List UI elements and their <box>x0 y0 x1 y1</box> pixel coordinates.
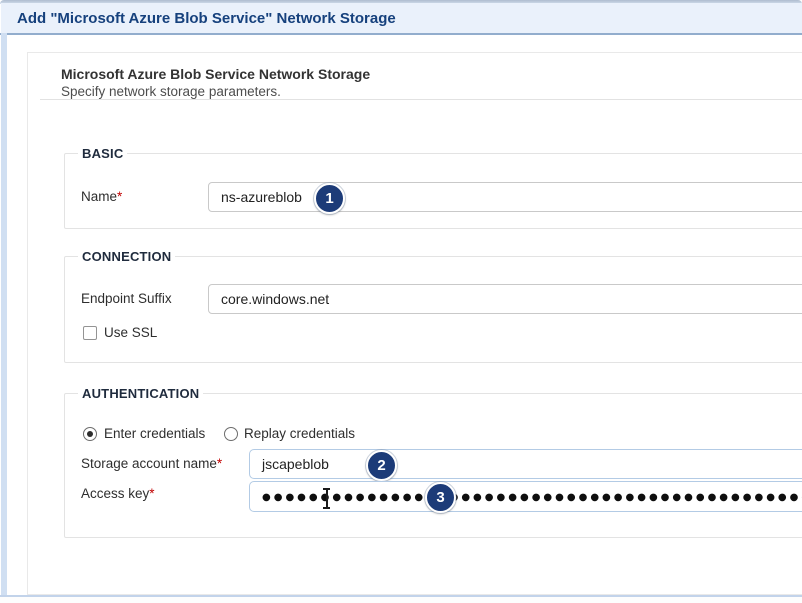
form-subheading: Specify network storage parameters. <box>61 84 281 99</box>
titlebar-underline <box>0 33 802 35</box>
text-cursor-ibeam <box>322 487 331 509</box>
heading-divider <box>40 99 802 100</box>
step-badge-1: 1 <box>314 183 345 214</box>
access-key-label: Access key* <box>81 486 155 501</box>
storage-account-name-label: Storage account name* <box>81 456 222 471</box>
authentication-legend: AUTHENTICATION <box>78 386 203 401</box>
step-badge-2: 2 <box>366 450 397 481</box>
enter-credentials-label[interactable]: Enter credentials <box>104 426 205 441</box>
enter-credentials-radio[interactable] <box>83 427 97 441</box>
required-asterisk: * <box>117 189 122 204</box>
form-panel: Microsoft Azure Blob Service Network Sto… <box>27 52 802 595</box>
name-label: Name* <box>81 189 122 204</box>
basic-legend: BASIC <box>78 146 127 161</box>
add-network-storage-dialog: Add "Microsoft Azure Blob Service" Netwo… <box>0 0 802 603</box>
endpoint-suffix-label: Endpoint Suffix <box>81 291 172 306</box>
use-ssl-label[interactable]: Use SSL <box>104 325 157 340</box>
dialog-left-border <box>1 33 7 595</box>
required-asterisk: * <box>217 456 222 471</box>
connection-legend: CONNECTION <box>78 249 175 264</box>
dialog-titlebar: Add "Microsoft Azure Blob Service" Netwo… <box>1 3 802 33</box>
name-input[interactable]: ns-azureblob <box>208 182 802 212</box>
access-key-input[interactable]: ●●●●●●●●●●●●●●●●●●●●●●●●●●●●●●●●●●●●●●●●… <box>249 481 802 512</box>
required-asterisk: * <box>149 486 154 501</box>
replay-credentials-radio[interactable] <box>224 427 238 441</box>
step-badge-3: 3 <box>425 482 456 513</box>
masked-password-dots: ●●●●●●●●●●●●●●●●●●●●●●●●●●●●●●●●●●●●●●●●… <box>262 491 802 503</box>
radio-selected-dot <box>87 431 93 437</box>
below-dialog-area <box>0 597 802 603</box>
use-ssl-checkbox[interactable] <box>83 326 97 340</box>
replay-credentials-label[interactable]: Replay credentials <box>244 426 355 441</box>
endpoint-suffix-input[interactable]: core.windows.net <box>208 284 802 314</box>
dialog-title: Add "Microsoft Azure Blob Service" Netwo… <box>17 10 396 27</box>
form-heading: Microsoft Azure Blob Service Network Sto… <box>61 66 370 82</box>
storage-account-name-input[interactable]: jscapeblob <box>249 449 802 479</box>
